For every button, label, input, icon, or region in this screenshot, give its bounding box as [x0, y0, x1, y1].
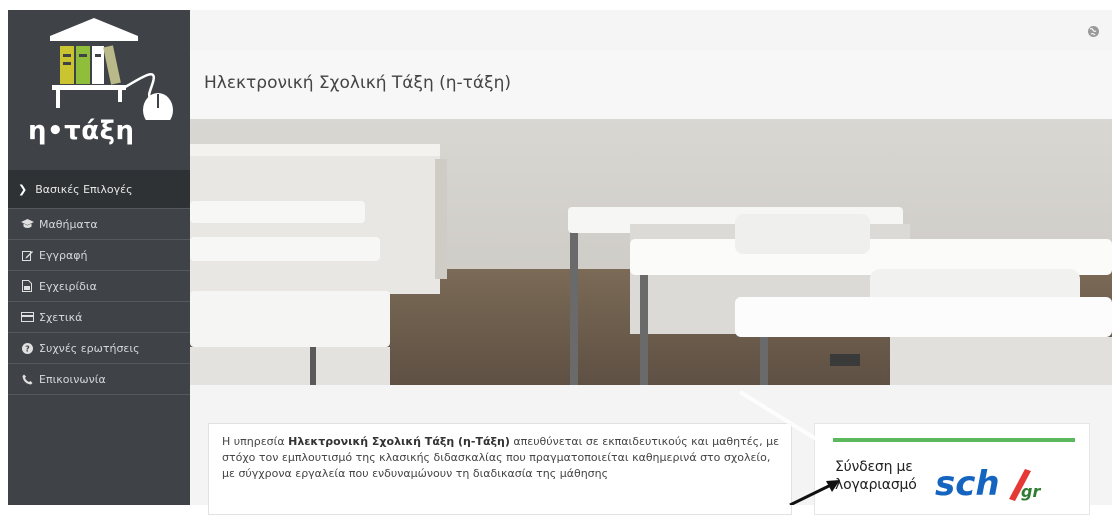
sidebar-item-manuals[interactable]: Εγχειρίδια: [8, 271, 190, 302]
sch-login-card[interactable]: Σύνδεση με λογαριασμό sch gr: [814, 423, 1090, 515]
svg-text:sch: sch: [935, 464, 1000, 504]
graduation-cap-icon: [20, 219, 34, 229]
sidebar-item-label: Συχνές ερωτήσεις: [39, 341, 140, 355]
sidebar-item-contact[interactable]: Επικοινωνία: [8, 364, 190, 395]
document-icon: [20, 280, 34, 292]
question-circle-icon: ?: [20, 342, 34, 354]
sidebar-item-faq[interactable]: ? Συχνές ερωτήσεις: [8, 333, 190, 364]
sidebar-item-label: Επικοινωνία: [39, 372, 106, 386]
svg-text:gr: gr: [1021, 482, 1041, 501]
sch-logo[interactable]: sch gr: [935, 461, 1055, 505]
sidebar-menu: Μαθήματα Εγγραφή Εγχειρίδια Σχετικά ? Συ…: [8, 209, 190, 395]
phone-icon: [20, 374, 34, 385]
sidebar-item-label: Εγχειρίδια: [39, 279, 97, 293]
accent-bar: [833, 438, 1075, 442]
page-title: Ηλεκτρονική Σχολική Τάξη (η-τάξη): [204, 73, 512, 93]
top-bar: [190, 10, 1112, 52]
login-label: Σύνδεση με λογαριασμό: [835, 459, 917, 493]
svg-text:?: ?: [25, 344, 30, 353]
logo-text: η•τάξη: [28, 116, 135, 146]
sidebar-item-about[interactable]: Σχετικά: [8, 302, 190, 333]
id-card-icon: [20, 312, 34, 322]
sidebar-section-header[interactable]: ❯ Βασικές Επιλογές: [8, 170, 190, 209]
globe-icon[interactable]: [1087, 23, 1100, 37]
sidebar-item-label: Μαθήματα: [39, 217, 98, 231]
service-name: Ηλεκτρονική Σχολική Τάξη (η-Τάξη): [288, 435, 510, 448]
logo[interactable]: η•τάξη: [8, 10, 190, 160]
info-card: Η υπηρεσία Ηλεκτρονική Σχολική Τάξη (η-Τ…: [208, 423, 792, 515]
sidebar-item-register[interactable]: Εγγραφή: [8, 240, 190, 271]
chevron-down-icon: ❯: [18, 182, 28, 196]
school-building-icon: [50, 18, 173, 120]
sidebar-item-label: Σχετικά: [39, 310, 83, 324]
sidebar-section-title: Βασικές Επιλογές: [35, 182, 133, 196]
hero-classroom-image: [190, 119, 1112, 385]
sidebar-item-label: Εγγραφή: [39, 248, 88, 262]
service-description: Η υπηρεσία Ηλεκτρονική Σχολική Τάξη (η-Τ…: [222, 435, 780, 480]
edit-icon: [20, 250, 34, 261]
sidebar-item-courses[interactable]: Μαθήματα: [8, 209, 190, 240]
sidebar: η•τάξη ❯ Βασικές Επιλογές Μαθήματα Εγγρα…: [8, 10, 190, 505]
